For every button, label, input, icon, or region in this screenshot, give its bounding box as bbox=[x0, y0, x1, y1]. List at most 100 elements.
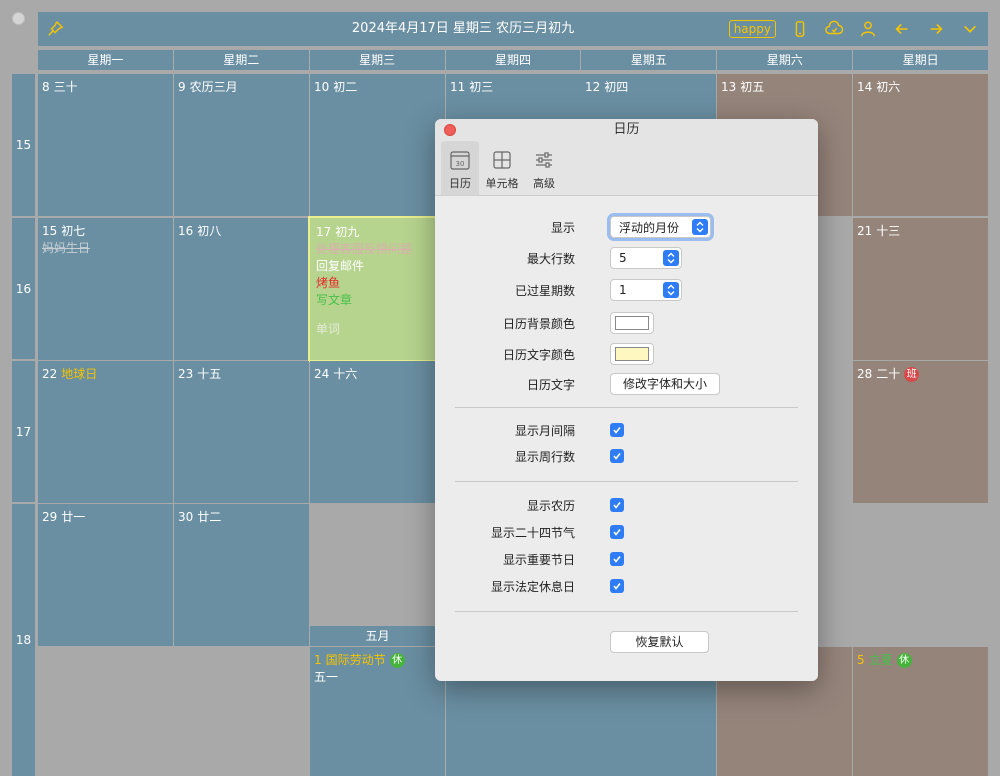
arrow-left-icon[interactable] bbox=[892, 19, 912, 39]
show-month-gap-row: 显示月间隔 bbox=[435, 417, 818, 443]
day-cell[interactable]: 24 十六 bbox=[310, 361, 445, 503]
holiday-label: 国际劳动节 bbox=[325, 653, 386, 667]
day-number: 29 bbox=[42, 510, 58, 524]
weekday-header: 星期一 星期二 星期三 星期四 星期五 星期六 星期日 bbox=[38, 50, 988, 70]
tab-label: 单元格 bbox=[485, 177, 519, 190]
show-week-num-checkbox[interactable] bbox=[610, 449, 624, 463]
arrow-right-icon[interactable] bbox=[926, 19, 946, 39]
pin-icon[interactable] bbox=[46, 20, 64, 38]
lunar-date: 五一 bbox=[314, 670, 339, 684]
event-item[interactable]: 妈妈生日 bbox=[42, 239, 169, 256]
day-cell[interactable]: 29 廿一 bbox=[38, 504, 173, 646]
sliders-icon bbox=[536, 152, 552, 168]
lunar-date: 廿二 bbox=[197, 510, 222, 524]
lunar-date: 廿一 bbox=[61, 510, 86, 524]
day-cell-weekend[interactable]: 21 十三 bbox=[853, 218, 988, 360]
day-cell-weekend[interactable]: 14 初六 bbox=[853, 74, 988, 216]
chevron-updown-icon bbox=[663, 250, 679, 266]
show-week-num-row: 显示周行数 bbox=[435, 443, 818, 469]
restore-defaults-button[interactable]: 恢复默认 bbox=[610, 631, 709, 653]
font-row: 日历文字 修改字体和大小 bbox=[435, 371, 818, 397]
past-weeks-label: 已过星期数 bbox=[514, 283, 575, 298]
display-row: 显示 浮动的月份 bbox=[435, 214, 818, 240]
user-icon[interactable] bbox=[858, 19, 878, 39]
dialog-titlebar: 日历 bbox=[435, 119, 818, 141]
event-item[interactable]: 写文章 bbox=[316, 291, 439, 308]
day-cell[interactable]: 22 地球日 bbox=[38, 361, 173, 503]
day-number: 12 bbox=[585, 80, 601, 94]
day-number: 23 bbox=[178, 367, 194, 381]
show-month-gap-checkbox[interactable] bbox=[610, 423, 624, 437]
max-rows-select[interactable]: 5 bbox=[610, 247, 682, 269]
show-lunar-row: 显示农历 bbox=[435, 492, 818, 518]
change-font-button[interactable]: 修改字体和大小 bbox=[610, 373, 721, 395]
day-number: 28 bbox=[857, 367, 873, 381]
day-cell[interactable]: 8 三十 bbox=[38, 74, 173, 216]
day-number: 13 bbox=[721, 80, 737, 94]
event-item[interactable]: 单词 bbox=[316, 320, 439, 337]
display-select[interactable]: 浮动的月份 bbox=[610, 216, 711, 238]
week-number-15: 15 bbox=[12, 74, 35, 216]
lunar-date: 十五 bbox=[197, 367, 222, 381]
show-legal-holidays-row: 显示法定休息日 bbox=[435, 573, 818, 599]
cloud-sync-icon[interactable] bbox=[824, 19, 844, 39]
show-solar-terms-row: 显示二十四节气 bbox=[435, 519, 818, 545]
tab-calendar[interactable]: 30 日历 bbox=[441, 141, 479, 195]
calendar-icon: 30 bbox=[450, 151, 470, 170]
phone-icon[interactable] bbox=[790, 19, 810, 39]
show-legal-holidays-checkbox[interactable] bbox=[610, 579, 624, 593]
day-number: 1 bbox=[314, 653, 322, 667]
divider bbox=[455, 611, 798, 612]
lunar-date: 十三 bbox=[876, 224, 901, 238]
day-number: 30 bbox=[178, 510, 194, 524]
display-label: 显示 bbox=[550, 220, 575, 235]
event-item[interactable]: 处理客服反馈问题 bbox=[316, 240, 439, 257]
event-item[interactable]: 回复邮件 bbox=[316, 257, 439, 274]
past-weeks-value: 1 bbox=[619, 283, 627, 297]
lunar-date: 十六 bbox=[333, 367, 358, 381]
day-cell-weekend[interactable]: 28 二十班 bbox=[853, 361, 988, 503]
day-cell[interactable]: 1 国际劳动节休 五一 bbox=[310, 647, 445, 776]
solar-term-label: 立夏 bbox=[868, 653, 893, 667]
happy-badge[interactable]: happy bbox=[728, 20, 776, 38]
tab-cell[interactable]: 单元格 bbox=[481, 141, 523, 195]
day-number: 24 bbox=[314, 367, 330, 381]
show-lunar-checkbox[interactable] bbox=[610, 498, 624, 512]
lunar-date: 三十 bbox=[53, 80, 78, 94]
font-label: 日历文字 bbox=[526, 377, 575, 392]
day-number: 5 bbox=[857, 653, 865, 667]
past-weeks-row: 已过星期数 1 bbox=[435, 277, 818, 303]
close-button[interactable] bbox=[444, 124, 456, 136]
calendar-toolbar: 2024年4月17日 星期三 农历三月初九 happy bbox=[38, 12, 988, 46]
day-cell[interactable]: 10 初二 bbox=[310, 74, 445, 216]
day-cell[interactable]: 23 十五 bbox=[174, 361, 309, 503]
chevron-down-icon[interactable] bbox=[960, 19, 980, 39]
day-cell[interactable]: 15 初七 妈妈生日 bbox=[38, 218, 173, 360]
weekday-mon: 星期一 bbox=[38, 50, 173, 70]
day-cell[interactable]: 16 初八 bbox=[174, 218, 309, 360]
text-color-label: 日历文字颜色 bbox=[502, 347, 575, 362]
bg-color-swatch bbox=[615, 316, 649, 330]
show-holidays-label: 显示重要节日 bbox=[502, 552, 575, 567]
day-cell[interactable]: 30 廿二 bbox=[174, 504, 309, 646]
today-cell[interactable]: 17 初九 处理客服反馈问题 回复邮件 烤鱼 写文章 单词 bbox=[308, 216, 447, 362]
window-control-dot[interactable] bbox=[12, 12, 25, 25]
show-solar-terms-checkbox[interactable] bbox=[610, 525, 624, 539]
show-holidays-checkbox[interactable] bbox=[610, 552, 624, 566]
day-number: 17 bbox=[316, 225, 332, 239]
grid-icon bbox=[493, 151, 511, 169]
text-color-well[interactable] bbox=[610, 343, 654, 365]
week-number-17: 17 bbox=[12, 361, 35, 502]
day-cell[interactable]: 9 农历三月 bbox=[174, 74, 309, 216]
max-rows-value: 5 bbox=[619, 251, 627, 265]
week-number-16: 16 bbox=[12, 218, 35, 359]
past-weeks-select[interactable]: 1 bbox=[610, 279, 682, 301]
show-solar-terms-label: 显示二十四节气 bbox=[490, 525, 575, 540]
day-cell-weekend[interactable]: 5 立夏休 bbox=[853, 647, 988, 776]
event-item[interactable]: 烤鱼 bbox=[316, 274, 439, 291]
tab-advanced[interactable]: 高级 bbox=[525, 141, 563, 195]
day-number: 21 bbox=[857, 224, 873, 238]
bg-color-well[interactable] bbox=[610, 312, 654, 334]
day-number: 10 bbox=[314, 80, 330, 94]
show-lunar-label: 显示农历 bbox=[526, 498, 575, 513]
